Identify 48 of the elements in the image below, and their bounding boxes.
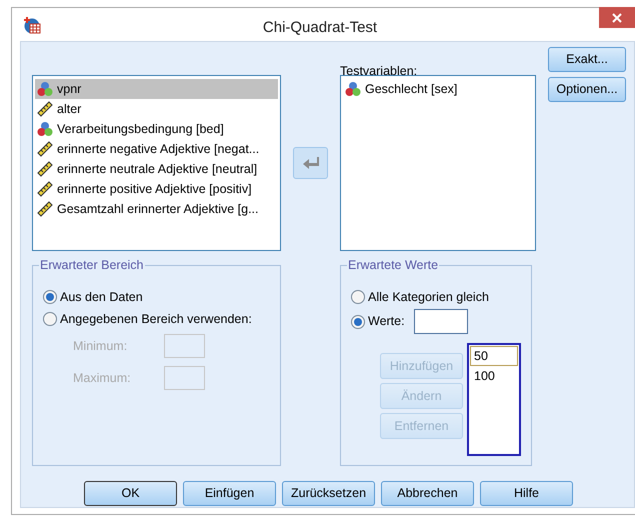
radio-label: Aus den Daten — [60, 288, 143, 306]
dialog-button[interactable]: Einfügen — [183, 481, 276, 506]
variable-item[interactable]: erinnerte negative Adjektive [negat... — [35, 139, 278, 159]
close-icon — [612, 12, 622, 22]
ruler-icon — [37, 201, 53, 217]
ruler-icon — [37, 141, 53, 157]
dialog-button[interactable]: Exakt... — [548, 47, 626, 72]
field-label: Maximum: — [73, 370, 132, 387]
nominal-icon — [345, 81, 361, 97]
values-list[interactable]: 50 100 — [467, 343, 521, 456]
dialog-button[interactable]: OK — [84, 481, 177, 506]
field-label: Minimum: — [73, 338, 128, 355]
variable-item[interactable]: Gesamtzahl erinnerter Adjektive [g... — [35, 199, 278, 219]
radio-label: Werte: — [368, 313, 405, 330]
radio-label: Angegebenen Bereich verwenden: — [60, 310, 252, 328]
radio-button[interactable] — [351, 290, 365, 304]
radio-button[interactable] — [351, 314, 365, 328]
variable-item[interactable]: erinnerte neutrale Adjektive [neutral] — [35, 159, 278, 179]
input-field[interactable] — [164, 366, 205, 390]
list-item[interactable]: 50 — [470, 346, 518, 366]
arrow-icon — [302, 157, 318, 169]
ruler-icon — [37, 181, 53, 197]
radio-button[interactable] — [43, 312, 57, 326]
ruler-icon — [37, 101, 53, 117]
list-label: Testvariablen: — [340, 63, 418, 74]
variable-item[interactable]: Verarbeitungsbedingung [bed] — [35, 119, 278, 139]
radio-label: Alle Kategorien gleich — [368, 288, 489, 306]
variable-item[interactable]: erinnerte positive Adjektive [positiv] — [35, 179, 278, 199]
variable-item[interactable]: alter — [35, 99, 278, 119]
radio-button[interactable] — [43, 290, 57, 304]
move-button[interactable] — [293, 147, 328, 179]
dialog-button[interactable]: Zurücksetzen — [282, 481, 375, 506]
window-title: Chi-Quadrat-Test — [262, 18, 378, 38]
input-field[interactable] — [414, 309, 468, 334]
variable-item[interactable]: vpnr — [35, 79, 278, 99]
test-variable-list[interactable]: Geschlecht [sex] — [340, 75, 536, 251]
dialog-button[interactable]: Abbrechen — [381, 481, 474, 506]
dialog-button[interactable]: Hilfe — [480, 481, 573, 506]
input-field[interactable] — [164, 334, 205, 358]
ruler-icon — [37, 161, 53, 177]
nominal-icon — [37, 81, 53, 97]
source-variable-list[interactable]: vpnr alter Verarbeitungsbedingung [bed] erinnerte negative Adjektive [negat... erinnerte neutrale Adjektive [neutral] erinnerte positive Adjektive [positiv] Gesamtzahl erinnerter Adjektive [g... — [32, 75, 281, 251]
close-button[interactable] — [599, 7, 635, 28]
nominal-icon — [37, 121, 53, 137]
variable-item[interactable]: Geschlecht [sex] — [343, 79, 533, 99]
dialog-button[interactable]: Optionen... — [548, 77, 626, 102]
app-icon — [23, 16, 41, 34]
list-item[interactable]: 100 — [470, 366, 518, 386]
